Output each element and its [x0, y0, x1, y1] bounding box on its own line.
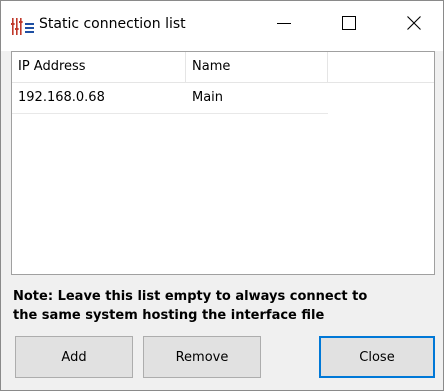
- add-button[interactable]: Add: [15, 336, 133, 378]
- column-header-name[interactable]: Name: [186, 52, 328, 82]
- window-title: Static connection list: [39, 16, 186, 32]
- remove-button[interactable]: Remove: [143, 336, 261, 378]
- row-name: Main: [192, 90, 224, 105]
- note-line-1: Note: Leave this list empty to always co…: [13, 289, 368, 304]
- column-header-ip-address[interactable]: IP Address: [12, 52, 186, 82]
- title-bar[interactable]: Static connection list: [1, 1, 443, 51]
- maximize-button[interactable]: [326, 1, 372, 49]
- close-window-button[interactable]: [391, 1, 437, 49]
- static-connection-list-window: Static connection list IP Address Name 1…: [0, 0, 444, 391]
- maximize-icon: [342, 16, 356, 34]
- table-row[interactable]: 192.168.0.68 Main: [12, 83, 328, 114]
- row-ip-address: 192.168.0.68: [18, 90, 105, 105]
- close-button[interactable]: Close: [319, 336, 435, 378]
- note-text: Note: Leave this list empty to always co…: [13, 287, 433, 325]
- close-icon: [407, 16, 421, 34]
- connection-list[interactable]: IP Address Name 192.168.0.68 Main: [11, 51, 435, 275]
- minimize-button[interactable]: [261, 1, 307, 49]
- app-icon: [11, 17, 35, 37]
- note-line-2: the same system hosting the interface fi…: [13, 308, 325, 323]
- list-header: IP Address Name: [12, 52, 434, 83]
- minimize-icon: [277, 16, 291, 34]
- column-header-filler: [328, 52, 434, 82]
